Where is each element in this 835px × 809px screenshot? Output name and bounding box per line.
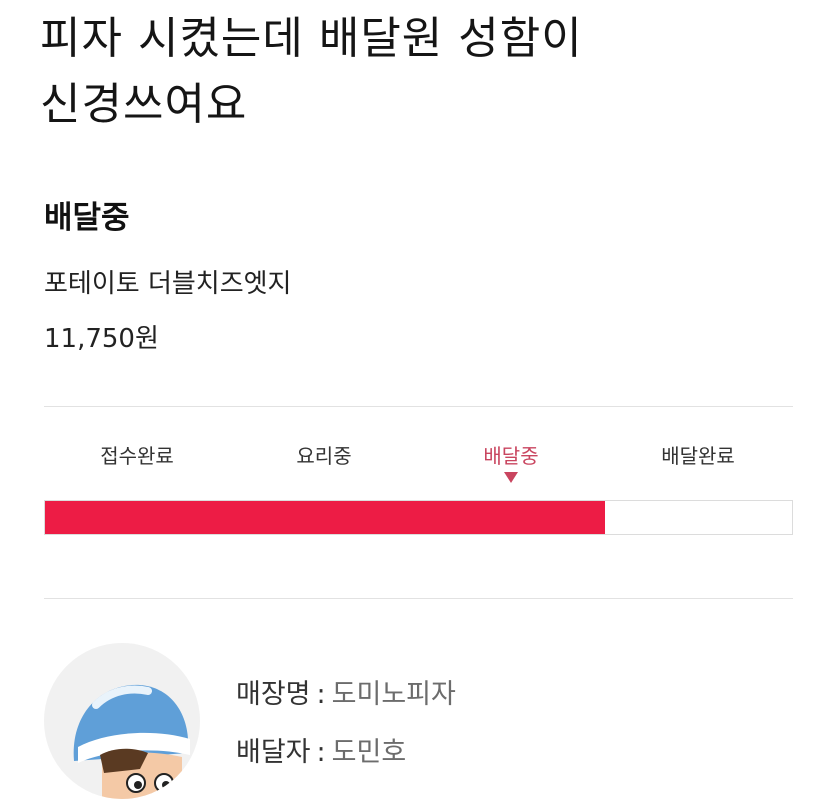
step-received: 접수완료 <box>100 444 174 468</box>
order-status-heading: 배달중 <box>44 200 130 236</box>
order-item-name: 포테이토 더블치즈엣지 <box>44 269 292 299</box>
store-name-value: 도미노피자 <box>331 679 456 710</box>
delivery-progress-fill <box>45 501 606 534</box>
store-name-label: 매장명 <box>236 679 311 710</box>
delivery-rider-avatar-icon <box>44 643 200 799</box>
rider-name-value: 도민호 <box>331 737 407 768</box>
step-delivering: 배달중 <box>483 444 539 468</box>
delivery-steps: 접수완료 요리중 배달중 배달완료 <box>44 440 793 500</box>
separator: : <box>316 737 326 768</box>
rider-name-row: 배달자: 도민호 <box>236 730 406 769</box>
order-item-price: 11,750원 <box>44 324 159 354</box>
post-title-line-1: 피자 시켰는데 배달원 성함이 <box>40 13 583 64</box>
delivery-progress-bar <box>44 500 793 535</box>
page: 피자 시켰는데 배달원 성함이 신경쓰여요 배달중 포테이토 더블치즈엣지 11… <box>0 0 835 809</box>
current-step-marker-icon <box>504 472 518 483</box>
rider-avatar-graphic <box>44 643 200 799</box>
divider <box>44 406 793 407</box>
post-title-line-2: 신경쓰여요 <box>40 79 248 130</box>
step-delivered: 배달완료 <box>661 444 735 468</box>
rider-name-label: 배달자 <box>236 737 311 768</box>
post-title: 피자 시켰는데 배달원 성함이 신경쓰여요 <box>40 6 820 138</box>
divider <box>44 598 793 599</box>
separator: : <box>316 679 326 710</box>
step-cooking: 요리중 <box>296 444 352 468</box>
store-name-row: 매장명: 도미노피자 <box>236 672 456 711</box>
